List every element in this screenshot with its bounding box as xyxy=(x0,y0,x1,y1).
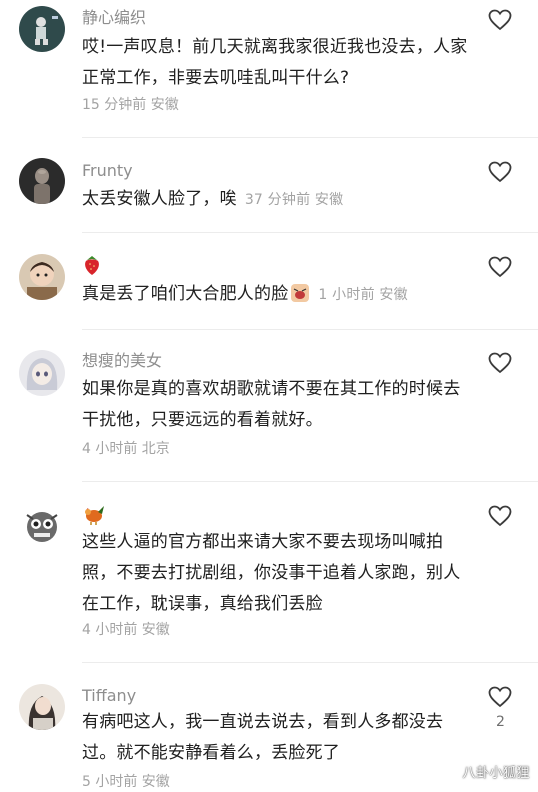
comment-text: 哎!一声叹息！前几天就离我家很近我也没去，人家正常工作，非要去叽哇乱叫干什么? xyxy=(82,37,468,88)
username[interactable]: Tiffany xyxy=(82,686,136,706)
comment-meta: 4 小时前 安徽 xyxy=(82,622,170,638)
divider xyxy=(82,137,538,138)
comment-text-content: 太丢安徽人脸了，唉 xyxy=(82,189,237,209)
comment-meta: 5 小时前 安徽 xyxy=(82,774,170,790)
comment-meta: 37 分钟前 安徽 xyxy=(244,192,344,208)
comment-text-content: 真是丢了咱们大合肥人的脸 xyxy=(82,284,289,304)
comment-text: 如果你是真的喜欢胡歌就请不要在其工作的时候去干扰他，只要远远的看着就好。 xyxy=(82,379,461,430)
heart-outline-icon[interactable] xyxy=(488,256,512,278)
comment-text: 有病吧这人，我一直说去说去，看到人多都没去过。就不能安静看着么，丢脸死了 xyxy=(82,712,444,763)
avatar[interactable] xyxy=(19,6,65,52)
divider xyxy=(82,662,538,663)
strawberry-emoji[interactable] xyxy=(82,254,102,276)
heart-outline-icon[interactable] xyxy=(488,161,512,183)
watermark: 八卦小狐狸 xyxy=(462,766,530,781)
avatar[interactable] xyxy=(19,254,65,300)
heart-outline-icon[interactable] xyxy=(488,352,512,374)
heart-outline-icon[interactable] xyxy=(488,9,512,31)
comment-text: 太丢安徽人脸了，唉 37 分钟前 安徽 xyxy=(82,184,472,216)
divider xyxy=(82,481,538,482)
avatar[interactable] xyxy=(19,158,65,204)
heart-outline-icon[interactable] xyxy=(488,505,512,527)
heart-outline-icon[interactable] xyxy=(488,686,512,708)
username[interactable]: 想瘦的美女 xyxy=(82,351,162,371)
divider xyxy=(82,329,538,330)
comment-meta: 15 分钟前 安徽 xyxy=(82,97,179,113)
avatar[interactable] xyxy=(19,503,65,549)
like-count: 2 xyxy=(496,714,505,730)
comment-meta: 4 小时前 北京 xyxy=(82,441,170,457)
divider xyxy=(82,232,538,233)
comment-text: 真是丢了咱们大合肥人的脸 1 小时前 安徽 xyxy=(82,279,472,311)
avatar[interactable] xyxy=(19,684,65,730)
comment-meta: 1 小时前 安徽 xyxy=(318,287,408,303)
crying-face-emoji xyxy=(291,284,310,302)
avatar[interactable] xyxy=(19,350,65,396)
username[interactable]: Frunty xyxy=(82,161,133,181)
rooster-emoji[interactable] xyxy=(82,502,106,526)
username[interactable]: 静心编织 xyxy=(82,8,146,28)
comment-text: 这些人逼的官方都出来请大家不要去现场叫喊拍照，不要去打扰剧组，你没事干追着人家跑… xyxy=(82,532,461,614)
